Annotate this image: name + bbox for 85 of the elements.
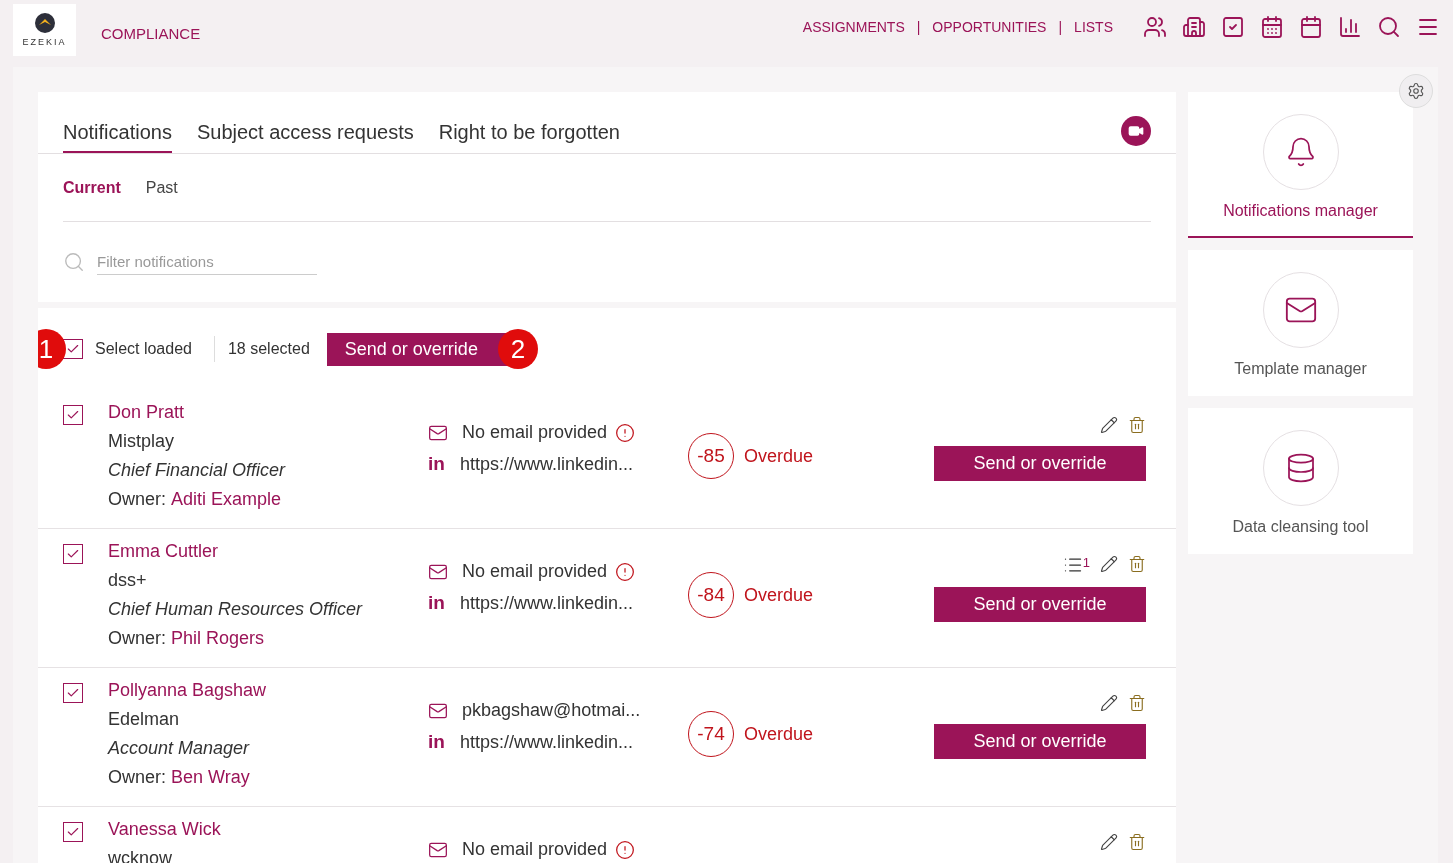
select-label: Select loaded	[95, 340, 192, 358]
search-icon	[63, 251, 85, 273]
owner-label: Owner:	[108, 767, 167, 788]
check-icon	[66, 686, 80, 700]
nav-link[interactable]: OPPORTUNITIES	[932, 18, 1047, 35]
bar-chart-icon[interactable]	[1338, 14, 1362, 39]
nav-link[interactable]: LISTS	[1074, 18, 1113, 35]
owner-name[interactable]: Phil Rogers	[171, 628, 265, 649]
checkbox[interactable]	[63, 683, 83, 703]
tool-label: Data cleansing tool	[1232, 518, 1369, 536]
step-marker: 2	[498, 329, 538, 369]
calendar-grid-icon[interactable]	[1260, 14, 1284, 39]
contact-name[interactable]: Vanessa Wick	[108, 819, 428, 840]
linkedin-url[interactable]: https://www.linkedin...	[460, 453, 634, 475]
tab[interactable]: Subject access requests	[196, 121, 414, 153]
contact-name[interactable]: Emma Cuttler	[108, 541, 428, 562]
note-count: 1	[1082, 555, 1090, 570]
job-title: Account Manager	[108, 738, 251, 759]
status: Overdue	[744, 723, 814, 745]
check-icon	[66, 342, 80, 356]
check-icon	[66, 547, 80, 561]
contact-name[interactable]: Don Pratt	[108, 402, 428, 423]
logo-icon	[34, 12, 55, 33]
check-icon	[66, 825, 80, 839]
checkbox[interactable]	[63, 405, 83, 425]
send-or-override-button[interactable]: Send or override	[934, 724, 1146, 759]
linkedin-icon: in	[428, 731, 446, 753]
checkbox[interactable]	[63, 822, 83, 842]
owner-label: Owner:	[108, 628, 167, 649]
email: No email provided	[462, 422, 608, 443]
nav-separator: |	[916, 18, 921, 35]
video-button[interactable]	[1121, 115, 1151, 146]
settings-icon	[1407, 82, 1425, 100]
edit-icon[interactable]	[1100, 833, 1118, 851]
delete-icon[interactable]	[1128, 694, 1146, 712]
linkedin-icon: in	[428, 453, 446, 475]
email: No email provided	[462, 839, 608, 860]
tool-card[interactable]: Data cleansing tool	[1188, 408, 1413, 554]
tool-label: Template manager	[1234, 360, 1367, 378]
delete-icon[interactable]	[1128, 416, 1146, 434]
linkedin-url[interactable]: https://www.linkedin...	[460, 592, 634, 614]
search-icon[interactable]	[1377, 14, 1401, 39]
logo[interactable]: EZEKIA	[13, 3, 76, 56]
company: dss+	[108, 570, 148, 591]
send-or-override-button[interactable]: Send or override	[934, 587, 1146, 622]
tool-card[interactable]: Notifications manager	[1188, 92, 1413, 238]
tab[interactable]: Right to be forgotten	[438, 121, 620, 153]
linkedin-url[interactable]: https://www.linkedin...	[460, 731, 634, 753]
edit-icon[interactable]	[1100, 694, 1118, 712]
tab[interactable]: Notifications	[63, 121, 172, 153]
section-title: COMPLIANCE	[101, 25, 201, 42]
nav-link[interactable]: ASSIGNMENTS	[802, 18, 905, 35]
step-marker: 1	[38, 329, 66, 369]
email: pkbagshaw@hotmai...	[462, 700, 641, 721]
delete-icon[interactable]	[1128, 833, 1146, 851]
status: Overdue	[744, 445, 814, 467]
owner-name[interactable]: Aditi Example	[171, 489, 282, 510]
nav-separator: |	[1058, 18, 1063, 35]
users-icon[interactable]	[1143, 14, 1167, 39]
linkedin-icon: in	[428, 592, 446, 614]
selected-count: 18 selected	[227, 340, 310, 358]
logo-text: EZEKIA	[22, 36, 67, 47]
company: Edelman	[108, 709, 181, 730]
settings-button[interactable]	[1399, 74, 1433, 108]
job-title: Chief Financial Officer	[108, 460, 287, 481]
status: Overdue	[744, 584, 814, 606]
edit-icon[interactable]	[1100, 555, 1118, 573]
owner-name[interactable]: Ben Wray	[171, 767, 250, 788]
checkbox[interactable]	[63, 544, 83, 564]
checkbox-icon[interactable]	[1221, 14, 1245, 39]
owner-label: Owner:	[108, 489, 167, 510]
check-icon	[66, 408, 80, 422]
email: No email provided	[462, 561, 608, 582]
building-icon[interactable]	[1182, 14, 1206, 39]
send-or-override-button[interactable]: Send or override	[934, 446, 1146, 481]
contact-name[interactable]: Pollyanna Bagshaw	[108, 680, 428, 701]
job-title: Chief Human Resources Officer	[108, 599, 364, 620]
edit-icon[interactable]	[1100, 416, 1118, 434]
tool-label: Notifications manager	[1223, 202, 1378, 220]
subtab[interactable]: Current	[63, 178, 121, 197]
subtab[interactable]: Past	[145, 178, 178, 197]
company: Mistplay	[108, 431, 175, 452]
delete-icon[interactable]	[1128, 555, 1146, 573]
calendar-icon[interactable]	[1299, 14, 1323, 39]
tool-card[interactable]: Template manager	[1188, 250, 1413, 396]
